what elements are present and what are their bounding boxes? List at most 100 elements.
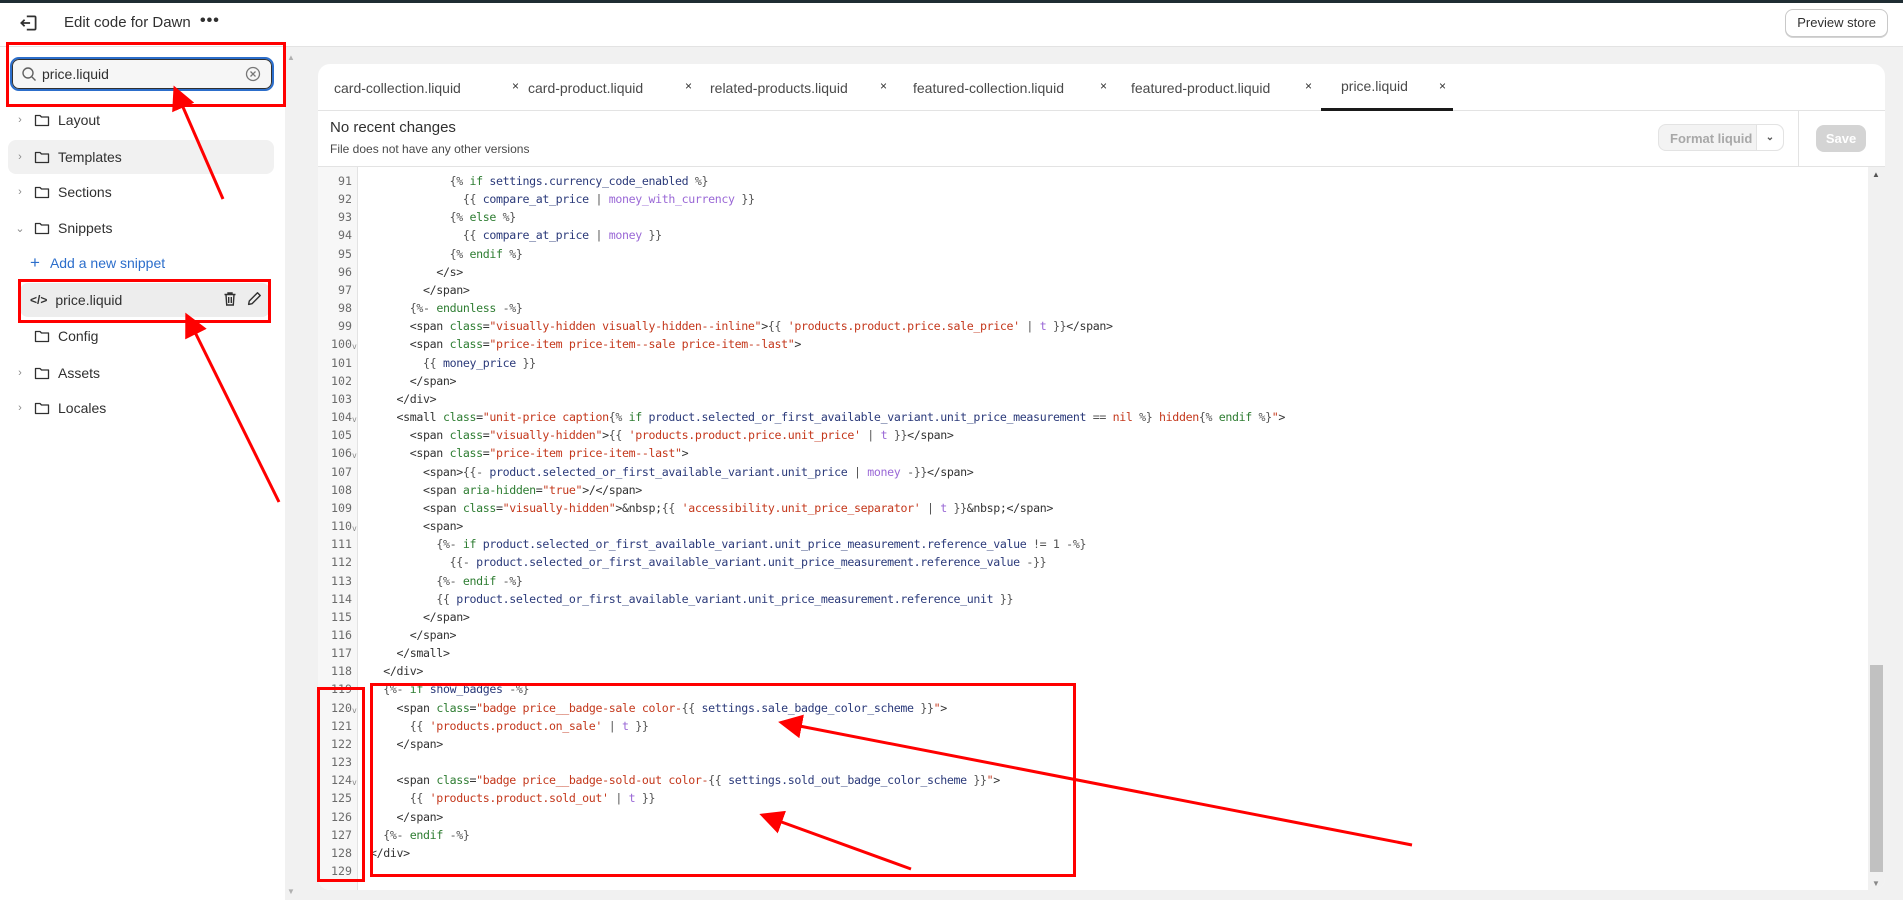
tab-label: featured-collection.liquid (913, 79, 1064, 96)
edit-pencil-icon[interactable] (247, 291, 262, 306)
editor-scrollbar[interactable]: ▲ ▼ (1868, 167, 1885, 890)
preview-store-button[interactable]: Preview store (1785, 9, 1888, 37)
close-tab-icon[interactable]: × (1439, 79, 1446, 93)
close-tab-icon[interactable]: × (880, 79, 887, 93)
tab-label: featured-product.liquid (1131, 79, 1271, 96)
folder-locales[interactable]: › Locales (8, 391, 274, 425)
scroll-up-icon[interactable]: ▲ (287, 53, 295, 62)
add-snippet-button[interactable]: + Add a new snippet (8, 246, 274, 280)
line-number: 105 (331, 428, 352, 443)
tab-label: card-collection.liquid (334, 79, 461, 96)
line-number: 111 (331, 537, 352, 552)
tab-featured-collection[interactable]: featured-collection.liquid × (913, 64, 1107, 111)
line-number: 108 (331, 482, 352, 497)
code-line: 107 <span>{{- product.selected_or_first_… (318, 463, 1868, 481)
scroll-down-icon[interactable]: ▼ (287, 887, 295, 896)
search-input[interactable] (42, 64, 242, 84)
save-button[interactable]: Save (1816, 125, 1866, 152)
format-liquid-button[interactable]: Format liquid ⌄ (1658, 124, 1784, 151)
tab-label: price.liquid (1341, 78, 1408, 94)
line-number: 97 (338, 282, 352, 297)
code-text: </span> (409, 628, 457, 642)
code-line: 92 {{ compare_at_price | money_with_curr… (318, 190, 1868, 208)
code-line: 114 {{ product.selected_or_first_availab… (318, 590, 1868, 608)
more-actions-icon[interactable]: ••• (200, 12, 220, 30)
line-number: 126 (331, 809, 352, 824)
chevron-down-icon[interactable]: ⌄ (1756, 125, 1783, 150)
close-tab-icon[interactable]: × (512, 79, 519, 93)
trash-icon[interactable] (223, 291, 237, 307)
divider (1798, 111, 1799, 167)
code-line: 103 </div> (318, 390, 1868, 408)
folder-layout[interactable]: › Layout (8, 103, 274, 137)
line-number: 116 (331, 628, 352, 642)
code-line: 113 {%- endif -%} (318, 572, 1868, 590)
folder-label: Layout (58, 112, 101, 128)
chevron-right-icon: › (18, 402, 22, 414)
folder-sections[interactable]: › Sections (8, 175, 274, 209)
line-number: 95 (338, 246, 352, 261)
code-line: 124 v <span class="badge price__badge-sol… (318, 771, 1868, 789)
code-line: 100 v <span class="price-item price-item-… (318, 335, 1868, 353)
code-text: <span class="badge price__badge-sold-out… (396, 773, 1001, 788)
sidebar-scrollbar[interactable]: ▲ ▼ (285, 47, 297, 900)
line-number: 115 (331, 609, 352, 624)
file-price-liquid[interactable]: </> price.liquid (20, 283, 270, 317)
line-number: 122 (331, 736, 352, 751)
close-tab-icon[interactable]: × (1100, 79, 1107, 93)
line-number: 100 (331, 337, 352, 352)
code-text: <small class="unit-price caption{% if pr… (396, 410, 1286, 425)
folder-config[interactable]: Config (8, 319, 274, 353)
code-editor[interactable]: 91 {% if settings.currency_code_enabled … (318, 167, 1868, 890)
code-text: {{ compare_at_price | money }} (462, 228, 662, 243)
folder-icon (34, 330, 50, 343)
scroll-up-icon[interactable]: ▲ (1872, 170, 1880, 179)
chevron-right-icon: › (18, 186, 22, 198)
exit-icon[interactable] (18, 12, 40, 34)
scroll-down-icon[interactable]: ▼ (1872, 879, 1880, 888)
chevron-right-icon: › (18, 151, 22, 163)
scrollbar-thumb[interactable] (1870, 665, 1883, 872)
code-text: {%- endif -%} (436, 573, 523, 588)
code-text: </span> (423, 282, 470, 297)
line-number: 104 (331, 410, 352, 425)
page-title: Edit code for Dawn (64, 14, 191, 31)
code-text: </s> (436, 264, 463, 279)
folder-templates[interactable]: › Templates (8, 140, 274, 174)
tab-price-liquid[interactable]: price.liquid × (1321, 64, 1453, 111)
code-text: {%- endif -%} (383, 827, 470, 842)
line-number: 93 (338, 210, 352, 225)
tab-related-products[interactable]: related-products.liquid × (710, 64, 887, 111)
tab-card-collection[interactable]: card-collection.liquid × (334, 64, 519, 111)
line-number: 127 (331, 827, 352, 842)
close-tab-icon[interactable]: × (685, 79, 692, 93)
code-line: 122 </span> (318, 735, 1868, 753)
line-number: 129 (331, 864, 352, 879)
folder-assets[interactable]: › Assets (8, 356, 274, 390)
code-line: 125 {{ 'products.product.sold_out' | t }… (318, 789, 1868, 807)
code-text: <span class="price-item price-item--last… (409, 446, 689, 461)
folder-label: Sections (58, 184, 112, 200)
code-text: {{ money_price }} (423, 355, 536, 370)
code-line: 108 <span aria-hidden="true">/</span> (318, 481, 1868, 499)
tab-card-product[interactable]: card-product.liquid × (528, 64, 692, 111)
line-number: 124 (331, 773, 352, 788)
line-number: 98 (338, 301, 352, 316)
code-text: <span class="visually-hidden">{{ 'produc… (409, 428, 954, 443)
file-search[interactable] (10, 57, 274, 91)
line-number: 128 (331, 845, 352, 860)
line-number: 91 (338, 174, 352, 188)
code-text: </span> (396, 809, 444, 824)
tab-featured-product[interactable]: featured-product.liquid × (1131, 64, 1312, 111)
code-line: 97 </span> (318, 281, 1868, 299)
close-tab-icon[interactable]: × (1305, 79, 1312, 93)
line-number: 102 (331, 373, 352, 388)
clear-search-icon[interactable] (245, 66, 261, 82)
code-line: 111 {%- if product.selected_or_first_ava… (318, 535, 1868, 553)
search-icon (22, 67, 36, 81)
code-text: </div> (383, 664, 424, 679)
line-number: 106 (331, 446, 352, 461)
folder-snippets[interactable]: ⌄ Snippets (8, 211, 274, 245)
code-line: 106 v <span class="price-item price-item-… (318, 444, 1868, 462)
folder-label: Templates (58, 149, 122, 165)
